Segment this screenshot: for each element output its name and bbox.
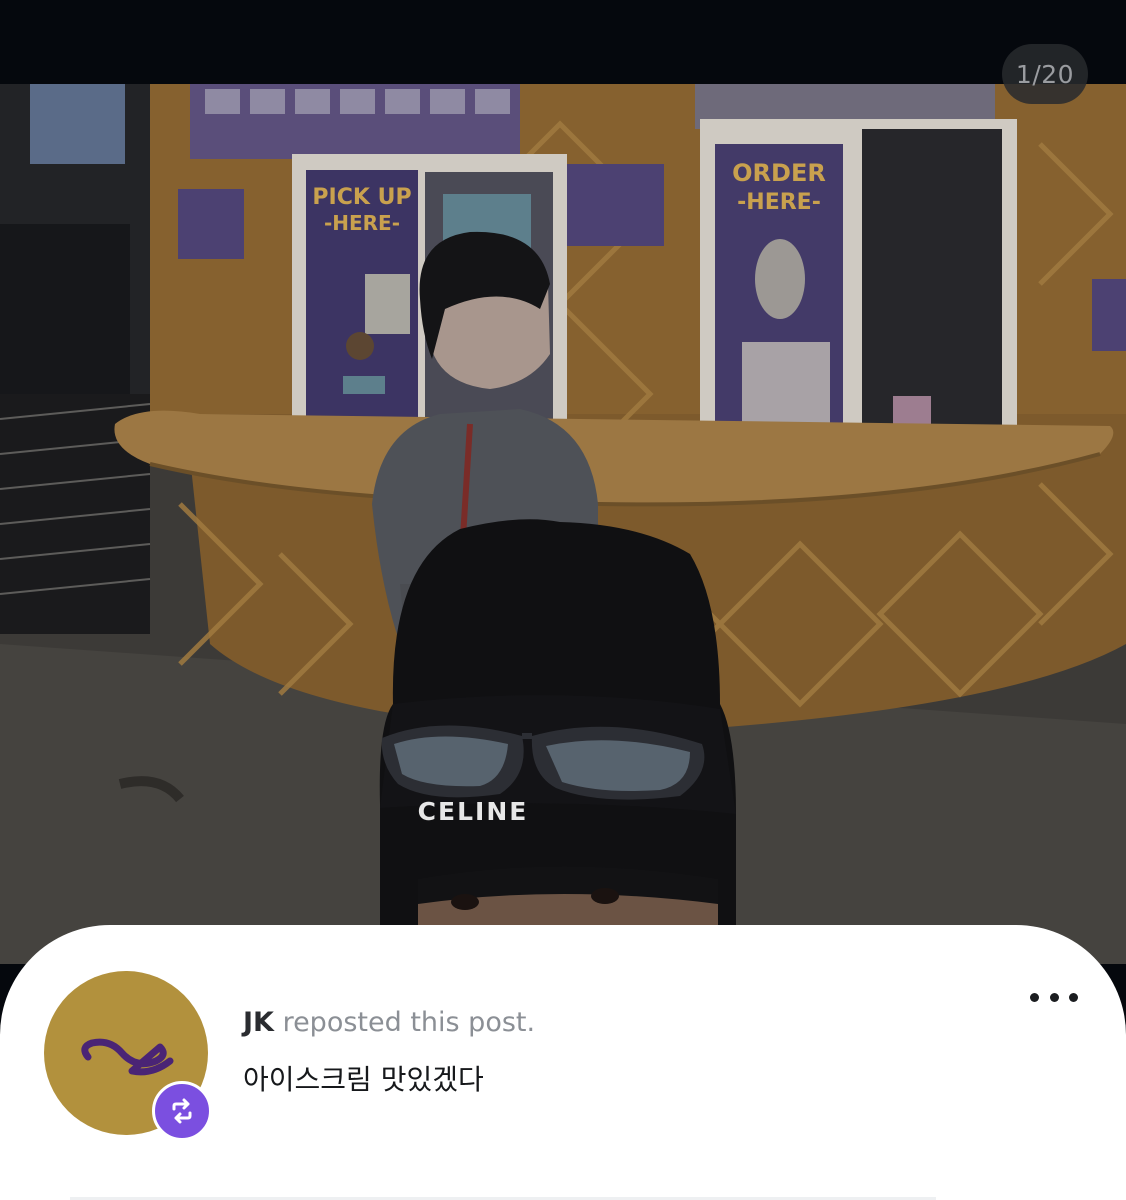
more-options-button[interactable] — [1030, 980, 1078, 1014]
top-bar — [0, 0, 1126, 84]
repost-icon — [172, 1098, 192, 1124]
repost-attribution: JK reposted this post. — [243, 1007, 535, 1038]
post-text: 아이스크림 맛있겠다 — [243, 1063, 484, 1096]
repost-action-text: reposted this post. — [282, 1007, 536, 1038]
more-horizontal-icon-dot — [1049, 992, 1059, 1002]
repost-sheet: JK reposted this post. 아이스크림 맛있겠다 — [0, 925, 1126, 1200]
order-sign-line1: ORDER — [732, 159, 826, 187]
pickup-sign-line1: PICK UP — [312, 185, 411, 210]
more-horizontal-icon-dot — [1069, 992, 1078, 1002]
author-name[interactable]: JK — [243, 1007, 274, 1038]
photo-viewer-screen: PICK UP -HERE- ORDER -HERE- CELINE 1/20 … — [0, 0, 1126, 1200]
repost-badge — [152, 1081, 212, 1141]
post-photo[interactable]: PICK UP -HERE- ORDER -HERE- CELINE — [0, 84, 1126, 964]
more-horizontal-icon-dot — [1030, 992, 1039, 1002]
pickup-sign-line2: -HERE- — [324, 211, 400, 235]
avatar[interactable] — [44, 971, 212, 1141]
image-counter: 1/20 — [1002, 44, 1088, 104]
order-sign-line2: -HERE- — [737, 190, 821, 215]
beanie-brand-text: CELINE — [418, 797, 529, 826]
